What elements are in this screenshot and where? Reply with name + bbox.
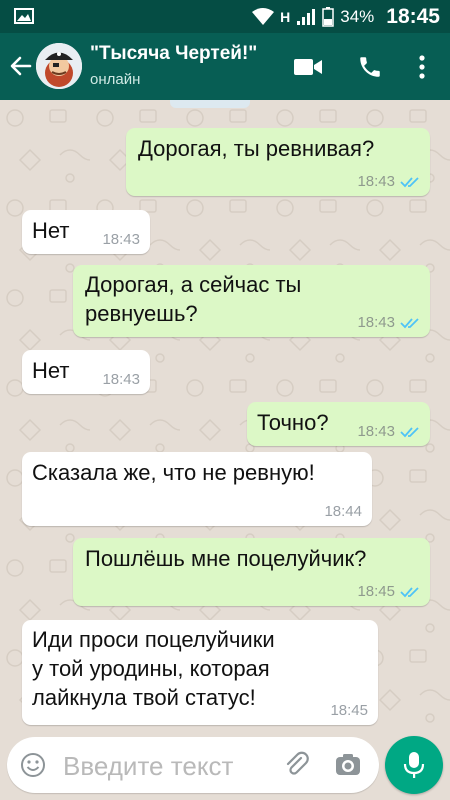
date-chip-partial: [170, 100, 250, 108]
message-time: 18:43: [357, 423, 395, 440]
pirate-avatar-icon: [36, 43, 82, 89]
video-call-button[interactable]: [290, 49, 326, 85]
message-outgoing[interactable]: Дорогая, ты ревнивая? 18:43: [126, 128, 430, 196]
emoji-icon[interactable]: [19, 751, 47, 779]
arrow-left-icon: [10, 56, 32, 76]
message-time: 18:45: [357, 583, 395, 600]
contact-status: онлайн: [90, 71, 141, 88]
message-incoming[interactable]: Нет 18:43: [22, 350, 150, 394]
message-text: Дорогая, ты ревнивая?: [138, 136, 375, 161]
message-list[interactable]: Дорогая, ты ревнивая? 18:43 Нет 18:43 До…: [0, 100, 450, 730]
read-ticks-icon: [400, 177, 419, 188]
network-type: H: [280, 8, 291, 25]
paperclip-icon[interactable]: [282, 750, 312, 780]
message-outgoing[interactable]: Пошлёшь мне поцелуйчик? 18:45: [73, 538, 430, 606]
message-time: 18:44: [324, 503, 362, 520]
voice-call-button[interactable]: [352, 49, 388, 85]
message-incoming[interactable]: Сказала же, что не ревную! 18:44: [22, 452, 372, 526]
more-vertical-icon: [419, 55, 425, 79]
message-text: Нет: [32, 358, 70, 383]
chat-header: "Тысяча Чертей!" онлайн: [0, 33, 450, 100]
video-call-icon: [294, 59, 322, 75]
message-time: 18:43: [102, 231, 140, 248]
message-time: 18:45: [330, 702, 368, 719]
microphone-icon: [403, 752, 425, 778]
message-outgoing[interactable]: Точно? 18:43: [247, 402, 430, 446]
message-meta: 18:43: [357, 424, 420, 440]
message-meta: 18:45: [357, 584, 420, 600]
message-outgoing[interactable]: Дорогая, а сейчас ты ревнуешь? 18:43: [73, 265, 430, 337]
message-text: Сказала же, что не ревную!: [32, 460, 315, 485]
message-incoming[interactable]: Нет 18:43: [22, 210, 150, 254]
message-incoming[interactable]: Иди проси поцелуйчики у той уродины, кот…: [22, 620, 378, 725]
wifi-icon: [252, 7, 275, 25]
signal-icon: [297, 8, 316, 25]
message-text: Дорогая, а сейчас ты ревнуешь?: [85, 272, 302, 326]
back-button[interactable]: [6, 51, 36, 81]
battery-icon: [322, 6, 334, 27]
read-ticks-icon: [400, 587, 419, 598]
more-options-button[interactable]: [404, 49, 440, 85]
message-text: Пошлёшь мне поцелуйчик?: [85, 546, 367, 571]
phone-icon: [360, 57, 380, 77]
voice-message-button[interactable]: [385, 736, 443, 794]
camera-icon[interactable]: [333, 750, 363, 780]
status-bar: H 34% 18:45: [0, 0, 450, 33]
message-text: Нет: [32, 218, 70, 243]
message-text: Иди проси поцелуйчики у той уродины, кот…: [32, 627, 275, 710]
read-ticks-icon: [400, 427, 419, 438]
message-text: Точно?: [257, 410, 329, 435]
contact-avatar[interactable]: [36, 43, 82, 89]
message-time: 18:43: [357, 314, 395, 331]
message-time: 18:43: [357, 173, 395, 190]
status-time: 18:45: [386, 4, 440, 28]
battery-level: 34%: [340, 6, 375, 26]
message-meta: 18:43: [357, 174, 420, 190]
gallery-notification-icon: [14, 8, 34, 24]
message-time: 18:43: [102, 371, 140, 388]
contact-name[interactable]: "Тысяча Чертей!": [90, 43, 257, 65]
message-meta: 18:43: [357, 315, 420, 331]
message-composer: [7, 737, 379, 793]
message-input[interactable]: [61, 745, 275, 787]
read-ticks-icon: [400, 318, 419, 329]
